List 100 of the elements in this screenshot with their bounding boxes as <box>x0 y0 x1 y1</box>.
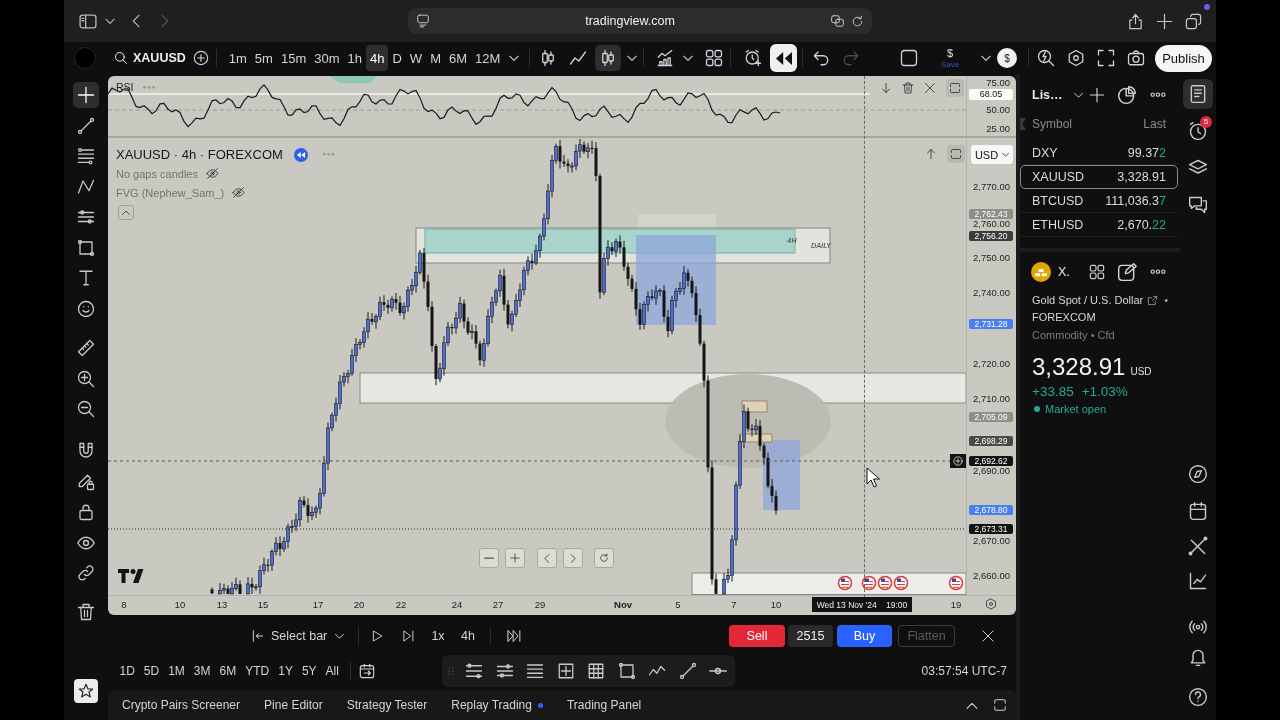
favorites-button[interactable] <box>74 679 98 703</box>
caret-icon[interactable] <box>1073 92 1083 98</box>
close-icon[interactable] <box>924 82 936 94</box>
lightning-search-icon[interactable] <box>1037 49 1055 67</box>
trend-line-icon[interactable] <box>678 662 697 680</box>
eye-off-icon[interactable] <box>232 186 246 199</box>
range-button[interactable]: All <box>321 659 344 683</box>
range-button[interactable]: 1Y <box>273 659 298 683</box>
lines-with-nodes-icon[interactable] <box>465 662 483 680</box>
new-tab-icon[interactable] <box>1156 12 1173 30</box>
flag-icon[interactable] <box>877 575 893 591</box>
interval-tab[interactable]: W <box>405 45 427 71</box>
indicator-label[interactable]: RSI <box>116 81 134 93</box>
interval-tab[interactable]: 4h <box>366 45 389 71</box>
interval-tab[interactable]: 12M <box>471 45 505 71</box>
buy-button[interactable]: Buy <box>837 625 892 647</box>
horizontal-lines-icon[interactable] <box>526 662 544 680</box>
sidebar-button[interactable] <box>1183 79 1213 109</box>
more-icon[interactable] <box>1150 269 1166 275</box>
chart-type-button[interactable] <box>595 45 622 71</box>
interval-tab[interactable]: 1m <box>224 45 251 71</box>
range-button[interactable]: 1M <box>163 659 190 683</box>
layout-grid-icon[interactable] <box>705 49 724 67</box>
symbol-short-name[interactable]: X. <box>1058 265 1070 279</box>
drawing-tool-button[interactable] <box>73 82 99 108</box>
eye-off-icon[interactable] <box>205 167 219 180</box>
interval-tab[interactable]: 15m <box>276 45 311 71</box>
indicators-icon[interactable] <box>656 49 675 67</box>
jump-to-end-icon[interactable] <box>507 629 521 643</box>
range-button[interactable]: 5Y <box>297 659 322 683</box>
trash-icon[interactable] <box>902 82 914 94</box>
chart-title[interactable]: XAUUSD · 4h · FOREXCOM <box>116 147 283 162</box>
caret-icon[interactable] <box>105 18 115 24</box>
speed-button[interactable]: 1x <box>425 624 451 648</box>
replay-button[interactable] <box>770 44 798 72</box>
logo-icon[interactable] <box>118 569 144 583</box>
sidebar-button[interactable]: 5 <box>1183 116 1213 146</box>
back-icon[interactable] <box>132 13 141 29</box>
symbol-search-button[interactable]: XAUUSD <box>114 45 186 71</box>
external-link-icon[interactable] <box>1147 294 1159 306</box>
pie-chart-icon[interactable] <box>1117 85 1137 105</box>
flag-icon[interactable] <box>948 575 964 591</box>
maximize-icon[interactable] <box>993 698 1007 712</box>
replay-mode-icon[interactable] <box>293 147 308 162</box>
caret-up-icon[interactable] <box>966 701 978 709</box>
tabs-icon[interactable] <box>1185 12 1202 30</box>
save-button[interactable]: $ Save <box>937 44 963 72</box>
quantity-field[interactable]: 2515 <box>788 625 833 647</box>
flag-icon[interactable] <box>837 575 853 591</box>
maximize-button[interactable] <box>947 145 965 163</box>
watchlist-row[interactable]: ETHUSD 2,670.22 <box>1020 213 1178 237</box>
alarm-clock-plus-icon[interactable] <box>744 49 763 67</box>
watchlist-row[interactable]: BTCUSD 111,036.37 <box>1020 189 1178 213</box>
panel-tab[interactable]: Crypto Pairs Screener <box>110 690 253 720</box>
watchlist-row[interactable]: XAUUSD 3,328.91 <box>1020 165 1178 189</box>
arrow-up-icon[interactable] <box>925 148 937 160</box>
add-icon[interactable] <box>1089 87 1105 103</box>
range-button[interactable]: 1D <box>115 659 140 683</box>
arrow-down-icon[interactable] <box>880 82 892 94</box>
share-icon[interactable] <box>1127 12 1144 30</box>
interval-tab[interactable]: 30m <box>310 45 344 71</box>
column-header[interactable]: Symbol <box>1032 117 1072 131</box>
interval-tab[interactable]: 5m <box>250 45 277 71</box>
crosshair-plus-button[interactable] <box>950 454 966 468</box>
play-icon[interactable] <box>371 629 384 643</box>
grid-icon[interactable] <box>1089 264 1105 280</box>
select-bar-button[interactable]: Select bar <box>250 623 348 649</box>
interval-tab[interactable]: 1h <box>343 45 366 71</box>
range-button[interactable]: 5D <box>139 659 164 683</box>
lines-with-nodes-icon[interactable] <box>495 662 514 680</box>
caret-icon[interactable] <box>683 55 694 61</box>
reset-chart-button[interactable] <box>594 548 614 568</box>
caret-icon[interactable] <box>981 55 991 61</box>
currency-select[interactable]: USD <box>971 145 1013 164</box>
collapse-button[interactable] <box>118 205 134 220</box>
camera-icon[interactable] <box>1127 49 1145 67</box>
square-icon[interactable] <box>900 49 918 67</box>
caret-icon[interactable] <box>627 55 638 61</box>
panel-tab[interactable]: Pine Editor <box>252 690 335 720</box>
settings-icon[interactable] <box>985 598 997 610</box>
publish-button[interactable]: Publish <box>1155 44 1212 72</box>
maximize-button[interactable] <box>946 79 964 97</box>
crossed-square-icon[interactable] <box>556 662 575 680</box>
column-header[interactable]: Last <box>1143 117 1166 131</box>
flag-icon[interactable] <box>861 575 877 591</box>
drag-handle-icon[interactable] <box>448 664 454 678</box>
panel-tab[interactable]: Replay Trading <box>439 690 555 720</box>
interval-tab[interactable]: M <box>426 45 445 71</box>
more-icon[interactable] <box>1150 92 1166 98</box>
grid-icon[interactable] <box>587 662 605 680</box>
interval-button[interactable]: 4h <box>455 624 481 648</box>
translate-icon[interactable] <box>830 14 845 28</box>
date-range-icon[interactable] <box>359 663 376 679</box>
panel-tab[interactable]: Trading Panel <box>554 690 654 720</box>
add-symbol-icon[interactable] <box>192 50 209 66</box>
address-bar[interactable]: tradingview.com <box>408 8 872 34</box>
rectangle-icon[interactable] <box>617 662 636 680</box>
flag-icon[interactable] <box>893 575 909 591</box>
edit-icon[interactable] <box>1117 262 1137 282</box>
step-forward-icon[interactable] <box>402 629 415 643</box>
